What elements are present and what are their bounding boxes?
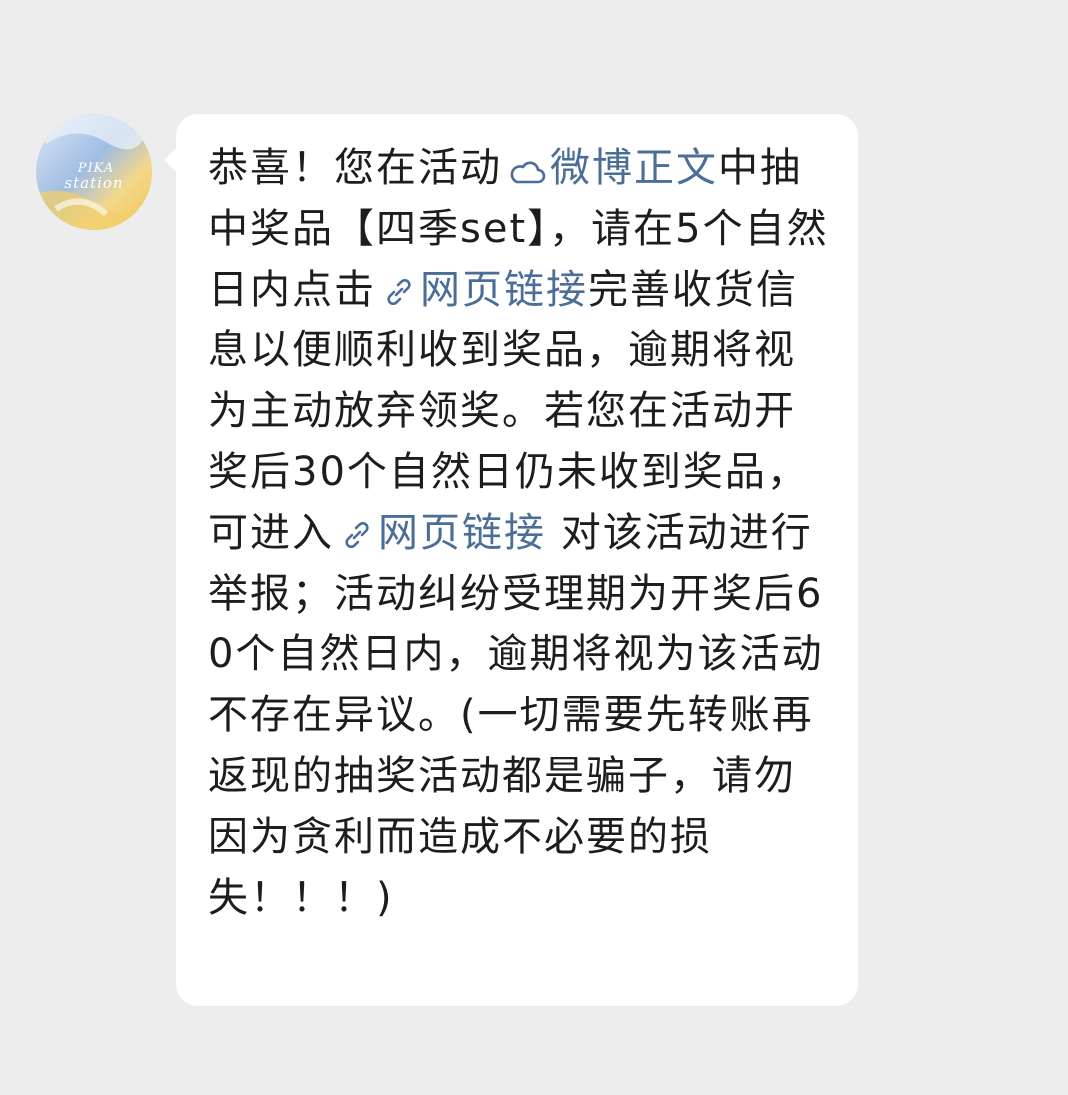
message-text-part: 恭喜！您在活动 — [208, 145, 502, 191]
web-link-1[interactable]: 网页链接 — [376, 267, 588, 313]
weibo-post-link[interactable]: 微博正文 — [502, 145, 718, 191]
message-text: 恭喜！您在活动 微博正文中抽中奖品【四季set】，请在5个自然日内点击 网页链接完善… — [208, 138, 836, 928]
sender-avatar[interactable]: PIKA station — [36, 114, 152, 230]
chain-link-icon — [340, 518, 374, 552]
message-bubble[interactable]: 恭喜！您在活动 微博正文中抽中奖品【四季set】，请在5个自然日内点击 网页链接完善… — [176, 114, 858, 1006]
avatar-logo-text-bottom: station — [64, 174, 123, 192]
avatar-logo-image: PIKA station — [36, 114, 152, 230]
message-text-part: 对该活动进行举报；活动纠纷受理期为开奖后60个自然日内，逾期将视为该活动不存在异… — [208, 509, 824, 921]
web-link-2[interactable]: 网页链接 — [334, 510, 546, 556]
chat-screen: PIKA station 恭喜！您在活动 微博正文中抽中奖品【四季set】，请在5… — [0, 0, 1068, 1095]
web-link-2-label: 网页链接 — [378, 509, 546, 556]
web-link-1-label: 网页链接 — [420, 266, 588, 313]
chain-link-icon — [382, 275, 416, 309]
weibo-post-link-label: 微博正文 — [550, 145, 718, 191]
cloud-icon — [508, 157, 546, 187]
